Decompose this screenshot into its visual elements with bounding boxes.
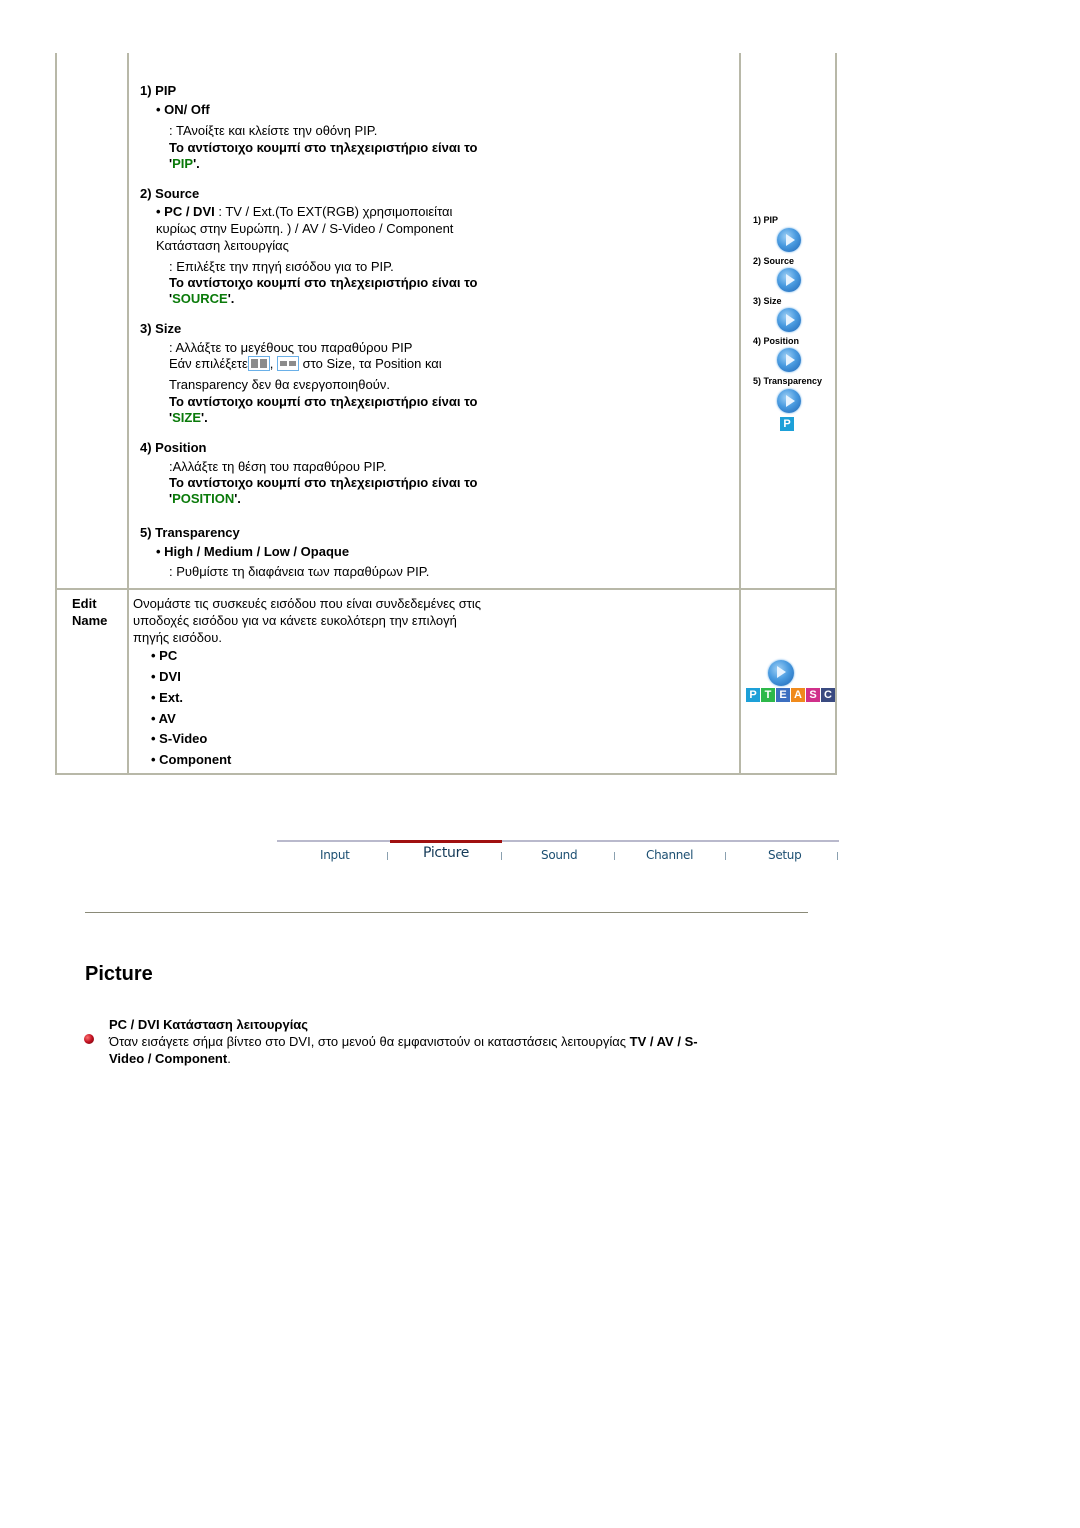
source-option-label: • PC / DVI xyxy=(156,204,215,219)
size-desc: : Αλλάξτε το μεγέθους του παραθύρου PIP xyxy=(169,340,413,355)
source-option: • PC / DVI : TV / Ext.(Το EXT(RGB) χρησι… xyxy=(156,203,452,220)
tab-setup[interactable]: Setup xyxy=(768,848,802,862)
tab-channel[interactable]: Channel xyxy=(646,848,693,862)
source-remote-text: Το αντίστοιχο κουμπί στο τηλεχειριστήριο… xyxy=(169,275,478,290)
pip-desc: : ΤΑνοίξτε και κλείστε την οθόνη PIP. xyxy=(169,123,378,138)
size-line2-text: Εάν επιλέξετε xyxy=(169,356,248,371)
source-remote-key: SOURCE xyxy=(172,291,228,306)
size-remote-key-line: 'SIZE'. xyxy=(169,409,208,426)
side-menu-label-size: 3) Size xyxy=(753,296,782,306)
play-icon[interactable] xyxy=(777,308,801,332)
section-divider xyxy=(85,912,808,913)
transparency-heading: 5) Transparency xyxy=(140,525,240,540)
table-border-col1 xyxy=(127,53,129,775)
section-body-text: Όταν εισάγετε σήμα βίντεο στο DVI, στο μ… xyxy=(109,1034,630,1049)
size-line3: Transparency δεν θα ενεργοποιηθούν. xyxy=(169,377,390,392)
table-border-right xyxy=(835,53,837,775)
source-desc: : Επιλέξτε την πηγή εισόδου για το PIP. xyxy=(169,259,394,274)
source-option-line3: Κατάσταση λειτουργίας xyxy=(156,238,289,253)
nav-line xyxy=(277,840,839,842)
pip-split-double-icon xyxy=(247,356,270,371)
table-row-divider xyxy=(55,588,837,590)
letter-e: E xyxy=(776,688,790,702)
section-body-line1: Όταν εισάγετε σήμα βίντεο στο DVI, στο μ… xyxy=(109,1033,698,1050)
period: . xyxy=(227,1051,231,1066)
source-option-values: : TV / Ext.(Το EXT(RGB) χρησιμοποιείται xyxy=(214,204,453,219)
pip-remote-key: PIP xyxy=(172,156,194,171)
source-letters-icon: P T E A S C xyxy=(746,688,836,702)
letter-s: S xyxy=(806,688,820,702)
position-desc: :Αλλάξτε τη θέση του παραθύρου PIP. xyxy=(169,459,387,474)
section-body-modes-cont: Video / Component xyxy=(109,1051,228,1066)
position-remote-key: POSITION xyxy=(172,491,235,506)
play-icon[interactable] xyxy=(768,660,794,686)
nav-separator xyxy=(837,852,838,860)
play-icon[interactable] xyxy=(777,348,801,372)
quote: '. xyxy=(201,410,208,425)
quote: '. xyxy=(193,156,200,171)
input-item-svideo: • S-Video xyxy=(151,731,208,746)
input-item-component: • Component xyxy=(151,752,232,767)
section-body-modes: TV / AV / S- xyxy=(629,1034,698,1049)
tab-input[interactable]: Input xyxy=(320,848,350,862)
pip-remote-text: Το αντίστοιχο κουμπί στο τηλεχειριστήριο… xyxy=(169,140,478,155)
position-remote-key-line: 'POSITION'. xyxy=(169,490,241,507)
source-remote-key-line: 'SOURCE'. xyxy=(169,290,234,307)
letter-c: C xyxy=(821,688,835,702)
play-icon[interactable] xyxy=(777,389,801,413)
pip-button-badge-icon: P xyxy=(780,417,794,431)
transparency-desc: : Ρυθμίστε τη διαφάνεια των παραθύρων PI… xyxy=(169,564,430,579)
bullet-icon xyxy=(84,1034,94,1044)
letter-t: T xyxy=(761,688,775,702)
quote: '. xyxy=(234,491,241,506)
size-remote-key: SIZE xyxy=(172,410,201,425)
edit-name-desc-line1: Ονομάστε τις συσκευές εισόδου που είναι … xyxy=(133,596,482,611)
edit-name-label-line1: Edit xyxy=(72,596,97,611)
comma: , xyxy=(269,356,274,371)
nav-separator xyxy=(501,852,502,860)
input-item-av: • AV xyxy=(151,711,176,726)
transparency-option: • High / Medium / Low / Opaque xyxy=(156,544,350,559)
position-remote-text: Το αντίστοιχο κουμπί στο τηλεχειριστήριο… xyxy=(169,475,478,490)
pip-option: • ON/ Off xyxy=(156,102,210,117)
section-nav: Input Picture Sound Channel Setup xyxy=(277,840,839,870)
page-title: Picture xyxy=(85,963,153,985)
edit-name-desc-line2: υποδοχές εισόδου για να κάνετε ευκολότερ… xyxy=(133,613,457,628)
tab-picture[interactable]: Picture xyxy=(423,845,469,861)
letter-a: A xyxy=(791,688,805,702)
side-menu-label-position: 4) Position xyxy=(753,336,800,346)
table-border-left xyxy=(55,53,57,775)
table-border-bottom xyxy=(55,773,837,775)
size-remote-text: Το αντίστοιχο κουμπί στο τηλεχειριστήριο… xyxy=(169,394,478,409)
edit-name-desc-line3: πηγής εισόδου. xyxy=(133,630,222,645)
size-heading: 3) Size xyxy=(140,321,182,336)
nav-separator xyxy=(387,852,388,860)
input-item-ext: • Ext. xyxy=(151,690,184,705)
letter-p: P xyxy=(746,688,760,702)
quote: '. xyxy=(227,291,235,306)
source-heading: 2) Source xyxy=(140,186,200,201)
side-menu-label-source: 2) Source xyxy=(753,256,795,266)
position-heading: 4) Position xyxy=(140,440,207,455)
section-subheading: PC / DVI Κατάσταση λειτουργίας xyxy=(109,1017,309,1032)
table-border-col2 xyxy=(739,53,741,775)
size-line2: Εάν επιλέξετε, στο Size, τα Position και xyxy=(169,355,442,372)
input-item-dvi: • DVI xyxy=(151,669,181,684)
nav-separator xyxy=(725,852,726,860)
input-item-pc: • PC xyxy=(151,648,178,663)
play-icon[interactable] xyxy=(777,268,801,292)
side-menu-label-transparency: 5) Transparency xyxy=(753,376,823,386)
nav-active-indicator xyxy=(390,840,502,843)
pip-split-wide-icon xyxy=(277,356,300,371)
play-icon[interactable] xyxy=(777,228,801,252)
section-body-line2: Video / Component. xyxy=(109,1050,231,1067)
source-option-line2: κυρίως στην Ευρώπη. ) / AV / S-Video / C… xyxy=(156,221,454,236)
edit-name-label-line2: Name xyxy=(72,613,108,628)
tab-sound[interactable]: Sound xyxy=(541,848,578,862)
side-menu-label-pip: 1) PIP xyxy=(753,215,779,225)
pip-remote-key-line: 'PIP'. xyxy=(169,155,200,172)
nav-separator xyxy=(614,852,615,860)
size-line2-rest: στο Size, τα Position και xyxy=(302,356,442,371)
pip-heading: 1) PIP xyxy=(140,83,177,98)
